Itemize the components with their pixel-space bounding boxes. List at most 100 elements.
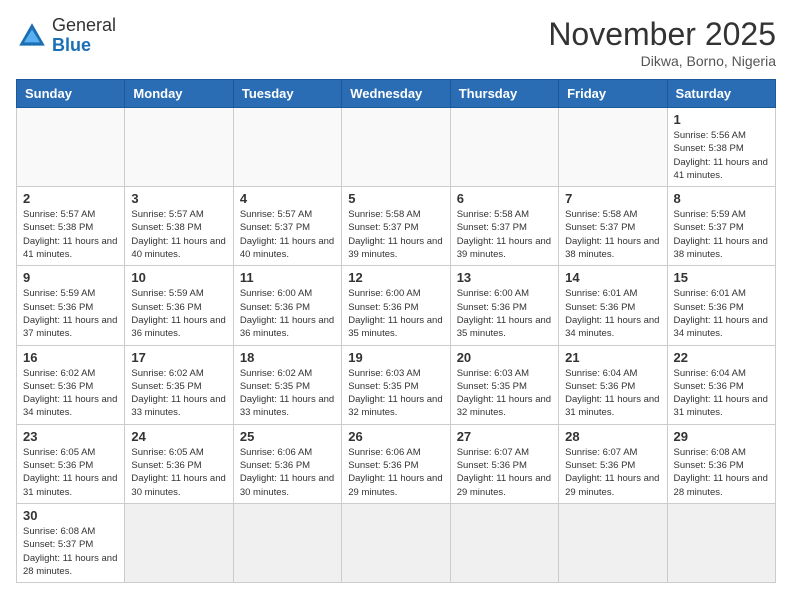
day-info: Sunrise: 6:02 AM Sunset: 5:35 PM Dayligh… — [240, 367, 335, 420]
location: Dikwa, Borno, Nigeria — [548, 53, 776, 69]
day-number: 9 — [23, 270, 118, 285]
weekday-header: Monday — [125, 80, 233, 108]
weekday-header: Sunday — [17, 80, 125, 108]
calendar-cell: 27 Sunrise: 6:07 AM Sunset: 5:36 PM Dayli… — [450, 424, 558, 503]
weekday-header: Wednesday — [342, 80, 450, 108]
logo-general: General — [52, 16, 116, 36]
calendar-cell: 19Sunrise: 6:03 AM Sunset: 5:35 PM Dayli… — [342, 345, 450, 424]
logo: General Blue — [16, 16, 116, 56]
calendar-cell: 11 Sunrise: 6:00 AM Sunset: 5:36 PM Dayli… — [233, 266, 341, 345]
day-info: Sunrise: 6:07 AM Sunset: 5:36 PM Dayligh… — [565, 446, 660, 499]
day-number: 13 — [457, 270, 552, 285]
day-info: Sunrise: 6:02 AM Sunset: 5:36 PM Dayligh… — [23, 367, 118, 420]
day-number: 7 — [565, 191, 660, 206]
day-number: 10 — [131, 270, 226, 285]
calendar-table: SundayMondayTuesdayWednesdayThursdayFrid… — [16, 79, 776, 583]
calendar-cell — [17, 108, 125, 187]
calendar-cell: 8 Sunrise: 5:59 AM Sunset: 5:37 PM Daylig… — [667, 187, 775, 266]
calendar-cell — [342, 503, 450, 582]
calendar-cell: 28Sunrise: 6:07 AM Sunset: 5:36 PM Dayli… — [559, 424, 667, 503]
day-info: Sunrise: 5:57 AM Sunset: 5:38 PM Dayligh… — [23, 208, 118, 261]
day-info: Sunrise: 5:57 AM Sunset: 5:38 PM Dayligh… — [131, 208, 226, 261]
calendar-cell: 10 Sunrise: 5:59 AM Sunset: 5:36 PM Dayli… — [125, 266, 233, 345]
calendar-cell: 5 Sunrise: 5:58 AM Sunset: 5:37 PM Daylig… — [342, 187, 450, 266]
day-number: 22 — [674, 350, 769, 365]
day-info: Sunrise: 5:59 AM Sunset: 5:36 PM Dayligh… — [131, 287, 226, 340]
day-info: Sunrise: 6:01 AM Sunset: 5:36 PM Dayligh… — [674, 287, 769, 340]
calendar-cell — [233, 108, 341, 187]
day-number: 21 — [565, 350, 660, 365]
day-info: Sunrise: 6:06 AM Sunset: 5:36 PM Dayligh… — [240, 446, 335, 499]
day-number: 30 — [23, 508, 118, 523]
day-number: 1 — [674, 112, 769, 127]
day-info: Sunrise: 6:00 AM Sunset: 5:36 PM Dayligh… — [348, 287, 443, 340]
calendar-cell: 14 Sunrise: 6:01 AM Sunset: 5:36 PM Dayli… — [559, 266, 667, 345]
day-info: Sunrise: 5:58 AM Sunset: 5:37 PM Dayligh… — [348, 208, 443, 261]
calendar-cell: 26 Sunrise: 6:06 AM Sunset: 5:36 PM Dayli… — [342, 424, 450, 503]
day-info: Sunrise: 6:05 AM Sunset: 5:36 PM Dayligh… — [131, 446, 226, 499]
weekday-header: Thursday — [450, 80, 558, 108]
day-number: 23 — [23, 429, 118, 444]
day-info: Sunrise: 5:59 AM Sunset: 5:36 PM Dayligh… — [23, 287, 118, 340]
calendar-cell — [450, 108, 558, 187]
day-number: 26 — [348, 429, 443, 444]
day-info: Sunrise: 6:05 AM Sunset: 5:36 PM Dayligh… — [23, 446, 118, 499]
day-number: 11 — [240, 270, 335, 285]
calendar-week-row: 9 Sunrise: 5:59 AM Sunset: 5:36 PM Daylig… — [17, 266, 776, 345]
day-number: 27 — [457, 429, 552, 444]
calendar-week-row: 30 Sunrise: 6:08 AM Sunset: 5:37 PM Dayli… — [17, 503, 776, 582]
day-number: 4 — [240, 191, 335, 206]
day-info: Sunrise: 6:04 AM Sunset: 5:36 PM Dayligh… — [674, 367, 769, 420]
generalblue-icon — [16, 20, 48, 52]
logo-blue: Blue — [52, 36, 116, 56]
calendar-cell: 16 Sunrise: 6:02 AM Sunset: 5:36 PM Dayli… — [17, 345, 125, 424]
header: General Blue November 2025 Dikwa, Borno,… — [16, 16, 776, 69]
day-info: Sunrise: 6:06 AM Sunset: 5:36 PM Dayligh… — [348, 446, 443, 499]
day-number: 17 — [131, 350, 226, 365]
calendar-cell: 29Sunrise: 6:08 AM Sunset: 5:36 PM Dayli… — [667, 424, 775, 503]
day-info: Sunrise: 5:58 AM Sunset: 5:37 PM Dayligh… — [565, 208, 660, 261]
calendar-cell — [450, 503, 558, 582]
calendar-cell: 30 Sunrise: 6:08 AM Sunset: 5:37 PM Dayli… — [17, 503, 125, 582]
day-number: 20 — [457, 350, 552, 365]
day-info: Sunrise: 6:07 AM Sunset: 5:36 PM Dayligh… — [457, 446, 552, 499]
calendar-cell: 21 Sunrise: 6:04 AM Sunset: 5:36 PM Dayli… — [559, 345, 667, 424]
calendar-cell — [125, 108, 233, 187]
calendar-cell: 1Sunrise: 5:56 AM Sunset: 5:38 PM Daylig… — [667, 108, 775, 187]
calendar-cell — [559, 108, 667, 187]
calendar-cell: 12 Sunrise: 6:00 AM Sunset: 5:36 PM Dayli… — [342, 266, 450, 345]
day-number: 16 — [23, 350, 118, 365]
day-number: 24 — [131, 429, 226, 444]
day-number: 14 — [565, 270, 660, 285]
calendar-cell — [342, 108, 450, 187]
calendar-week-row: 16 Sunrise: 6:02 AM Sunset: 5:36 PM Dayli… — [17, 345, 776, 424]
day-info: Sunrise: 6:08 AM Sunset: 5:37 PM Dayligh… — [23, 525, 118, 578]
calendar-cell: 24 Sunrise: 6:05 AM Sunset: 5:36 PM Dayli… — [125, 424, 233, 503]
calendar-cell: 3Sunrise: 5:57 AM Sunset: 5:38 PM Daylig… — [125, 187, 233, 266]
day-number: 2 — [23, 191, 118, 206]
calendar-cell: 25Sunrise: 6:06 AM Sunset: 5:36 PM Dayli… — [233, 424, 341, 503]
day-info: Sunrise: 5:59 AM Sunset: 5:37 PM Dayligh… — [674, 208, 769, 261]
calendar-cell — [125, 503, 233, 582]
day-number: 8 — [674, 191, 769, 206]
weekday-header: Saturday — [667, 80, 775, 108]
day-info: Sunrise: 6:03 AM Sunset: 5:35 PM Dayligh… — [348, 367, 443, 420]
day-info: Sunrise: 6:00 AM Sunset: 5:36 PM Dayligh… — [240, 287, 335, 340]
month-title: November 2025 — [548, 16, 776, 53]
calendar-cell — [667, 503, 775, 582]
weekday-header: Friday — [559, 80, 667, 108]
calendar-cell: 20 Sunrise: 6:03 AM Sunset: 5:35 PM Dayli… — [450, 345, 558, 424]
calendar-cell — [233, 503, 341, 582]
day-number: 5 — [348, 191, 443, 206]
day-info: Sunrise: 6:01 AM Sunset: 5:36 PM Dayligh… — [565, 287, 660, 340]
day-info: Sunrise: 5:57 AM Sunset: 5:37 PM Dayligh… — [240, 208, 335, 261]
calendar-week-row: 1Sunrise: 5:56 AM Sunset: 5:38 PM Daylig… — [17, 108, 776, 187]
calendar-cell: 22 Sunrise: 6:04 AM Sunset: 5:36 PM Dayli… — [667, 345, 775, 424]
day-number: 12 — [348, 270, 443, 285]
weekday-header-row: SundayMondayTuesdayWednesdayThursdayFrid… — [17, 80, 776, 108]
day-info: Sunrise: 6:04 AM Sunset: 5:36 PM Dayligh… — [565, 367, 660, 420]
day-info: Sunrise: 6:03 AM Sunset: 5:35 PM Dayligh… — [457, 367, 552, 420]
day-number: 18 — [240, 350, 335, 365]
day-number: 29 — [674, 429, 769, 444]
calendar-week-row: 23 Sunrise: 6:05 AM Sunset: 5:36 PM Dayli… — [17, 424, 776, 503]
